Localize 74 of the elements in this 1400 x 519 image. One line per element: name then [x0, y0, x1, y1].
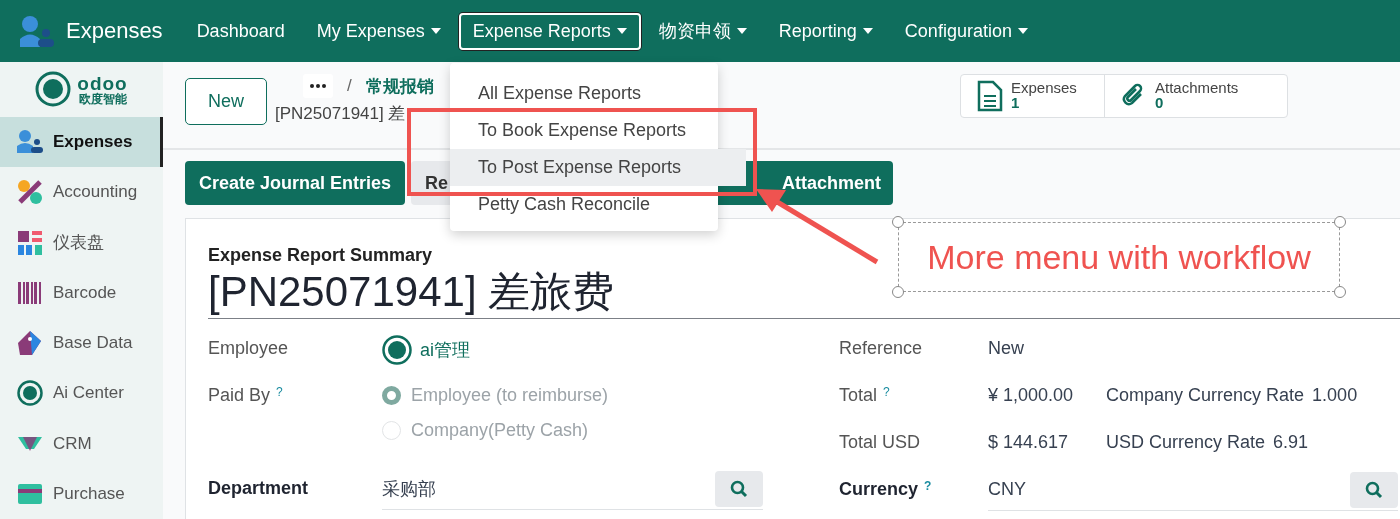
sidebar-item[interactable]: Base Data — [0, 318, 163, 369]
field-label: Total USD — [839, 431, 922, 454]
ellipsis-icon — [310, 84, 326, 88]
logo-subtitle: 欧度智能 — [78, 93, 127, 105]
rate-label: USD Currency Rate — [1106, 432, 1266, 453]
nav-menu-item[interactable]: Expense Reports — [458, 12, 641, 50]
stat-button[interactable]: Attachments 0 — [1104, 75, 1287, 117]
nav-menu-item[interactable]: 物资申领 — [644, 11, 761, 51]
nav-menu-item[interactable]: Reporting — [764, 12, 887, 50]
select-field[interactable]: 采购部 — [382, 468, 763, 510]
caret-icon — [862, 28, 873, 34]
app-name[interactable]: Expenses — [66, 18, 163, 44]
new-button[interactable]: New — [185, 78, 267, 125]
cross-icon — [17, 179, 43, 206]
barcode-icon — [17, 279, 43, 306]
sidebar-item[interactable]: Barcode — [0, 267, 163, 318]
help-mark[interactable]: ? — [883, 385, 890, 399]
rate-value: 6.91 — [1273, 432, 1309, 453]
sidebar-item[interactable]: 仪表盘 — [0, 217, 163, 268]
field-label: Currency $^{?}$ — [839, 478, 933, 501]
search-icon — [1365, 480, 1383, 499]
rate-label: Company Currency Rate — [1106, 385, 1305, 406]
menu-item[interactable]: Petty Cash Reconcile — [450, 186, 746, 223]
breadcrumb-separator: / — [347, 76, 352, 96]
search-icon — [730, 479, 748, 498]
avatar-icon — [382, 335, 412, 365]
nav-menu-item[interactable]: Dashboard — [182, 12, 299, 50]
resize-handle[interactable] — [892, 216, 904, 228]
nav-menu-item[interactable]: Configuration — [890, 12, 1042, 50]
menu-item[interactable]: All Expense Reports — [450, 75, 746, 112]
help-mark[interactable]: ? — [924, 479, 932, 493]
more-button[interactable] — [303, 74, 333, 98]
logo-brand: odoo — [77, 74, 128, 93]
stat-button[interactable]: Expenses 1 — [961, 75, 1104, 117]
field-label: Total $^{?}$ — [839, 384, 891, 407]
sidebar-item[interactable]: CRM — [0, 418, 163, 469]
field-value: New — [988, 338, 1024, 359]
dashboard-icon — [17, 229, 43, 256]
menu-item[interactable]: To Post Expense Reports — [450, 149, 746, 186]
field-label: Employee — [208, 337, 290, 360]
people-icon — [17, 129, 43, 156]
resize-handle[interactable] — [1334, 216, 1346, 228]
record-name: [PN25071941] 差 — [275, 103, 407, 125]
caret-icon — [430, 28, 441, 34]
select-field[interactable]: CNY — [988, 469, 1398, 511]
radio-button[interactable] — [382, 386, 401, 405]
breadcrumb-link[interactable]: 常规报销 — [365, 74, 434, 98]
app-icon — [20, 15, 54, 47]
radio-label: Company(Petty Cash) — [411, 420, 589, 441]
field-value: ¥ 1,000.00 — [988, 385, 1075, 406]
sidebar-item[interactable]: Ai Center — [0, 368, 163, 419]
help-mark[interactable]: ? — [276, 385, 283, 399]
field-label: Reference — [839, 337, 924, 360]
tag-icon — [17, 330, 43, 357]
caret-icon — [616, 28, 627, 34]
field-value: $ 144.617 — [988, 432, 1070, 453]
search-button[interactable] — [1350, 471, 1398, 508]
nav-menu-item[interactable]: My Expenses — [302, 12, 455, 50]
sidebar-item[interactable]: Accounting — [0, 167, 163, 218]
sidebar-item[interactable]: Expenses — [0, 117, 163, 168]
search-button[interactable] — [715, 470, 763, 507]
document-icon — [977, 80, 1003, 112]
caret-icon — [1017, 28, 1028, 34]
field-label: Department — [208, 477, 310, 500]
field-label: Paid By $^{?}$ — [208, 384, 284, 407]
form-caption: Expense Report Summary — [208, 245, 433, 267]
sidebar-item[interactable]: Purchase — [0, 468, 163, 519]
employee-link[interactable]: ai管理 — [420, 338, 470, 362]
rate-value: 1.000 — [1312, 385, 1358, 406]
ai-logo-icon — [35, 71, 72, 108]
ai-logo-icon — [17, 380, 43, 407]
action-button[interactable]: Create Journal Entries — [185, 161, 406, 205]
caret-icon — [736, 28, 747, 34]
radio-label: Employee (to reimburse) — [411, 385, 609, 406]
